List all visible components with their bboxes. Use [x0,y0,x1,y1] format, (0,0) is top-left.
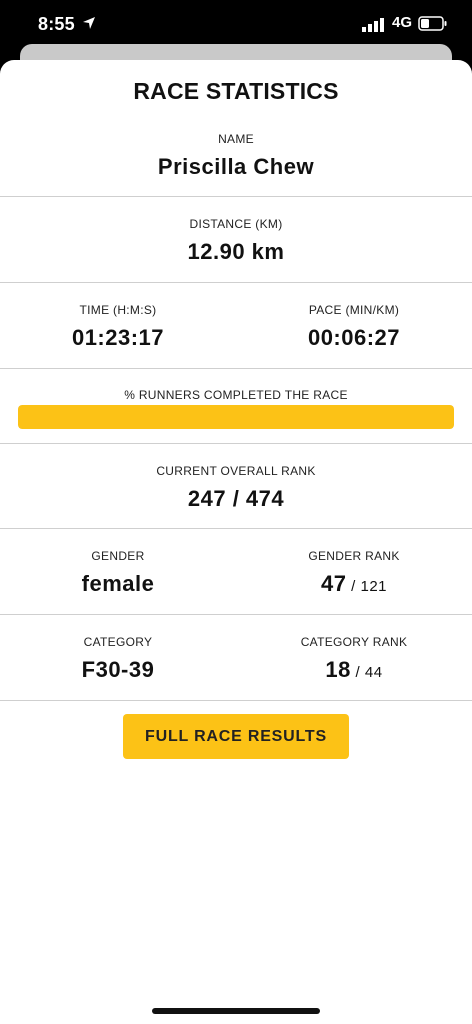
signal-icon [362,18,384,32]
location-arrow-icon [83,17,95,29]
runner-name: Priscilla Chew [157,154,315,179]
time-value: 01:23:17 [71,325,165,350]
category-value: F30-39 [81,657,155,682]
gender-rank-label: GENDER RANK [308,549,400,563]
distance-value: 12.90 km [187,239,285,264]
pace-label: PACE (MIN/KM) [308,303,400,317]
divider [0,443,472,444]
battery-icon [418,16,447,31]
distance-label: DISTANCE (KM) [189,217,283,231]
category-rank-value: 18 / 44 [254,657,454,683]
name-label: NAME [218,132,254,146]
status-time: 8:55 [38,14,75,34]
divider [0,368,472,369]
gender-label: GENDER [91,549,145,563]
network-type: 4G [392,14,413,31]
category-label: CATEGORY [83,635,153,649]
category-rank-total: / 44 [350,664,383,681]
completion-progress-bar [18,405,454,429]
overall-rank-label: CURRENT OVERALL RANK [156,464,316,478]
overall-rank-value: 247 / 474 [187,486,285,511]
home-indicator[interactable] [152,1008,320,1014]
pace-value: 00:06:27 [307,325,401,350]
completion-label: % RUNNERS COMPLETED THE RACE [124,388,348,402]
full-race-results-button[interactable]: FULL RACE RESULTS [123,714,349,759]
divider [0,282,472,283]
divider [0,196,472,197]
page-title: RACE STATISTICS [133,78,339,104]
race-statistics-sheet: RACE STATISTICS NAME Priscilla Chew DIST… [0,60,472,1024]
gender-rank-number: 47 [320,571,347,596]
gender-rank-total: / 121 [346,578,387,595]
gender-value: female [81,571,155,596]
category-rank-number: 18 [325,657,351,682]
category-rank-label: CATEGORY RANK [300,635,408,649]
divider [0,528,472,529]
divider [0,614,472,615]
time-label: TIME (H:M:S) [79,303,157,317]
divider [0,700,472,701]
completion-progress-fill [18,405,454,429]
gender-rank-value: 47 / 121 [254,571,454,597]
